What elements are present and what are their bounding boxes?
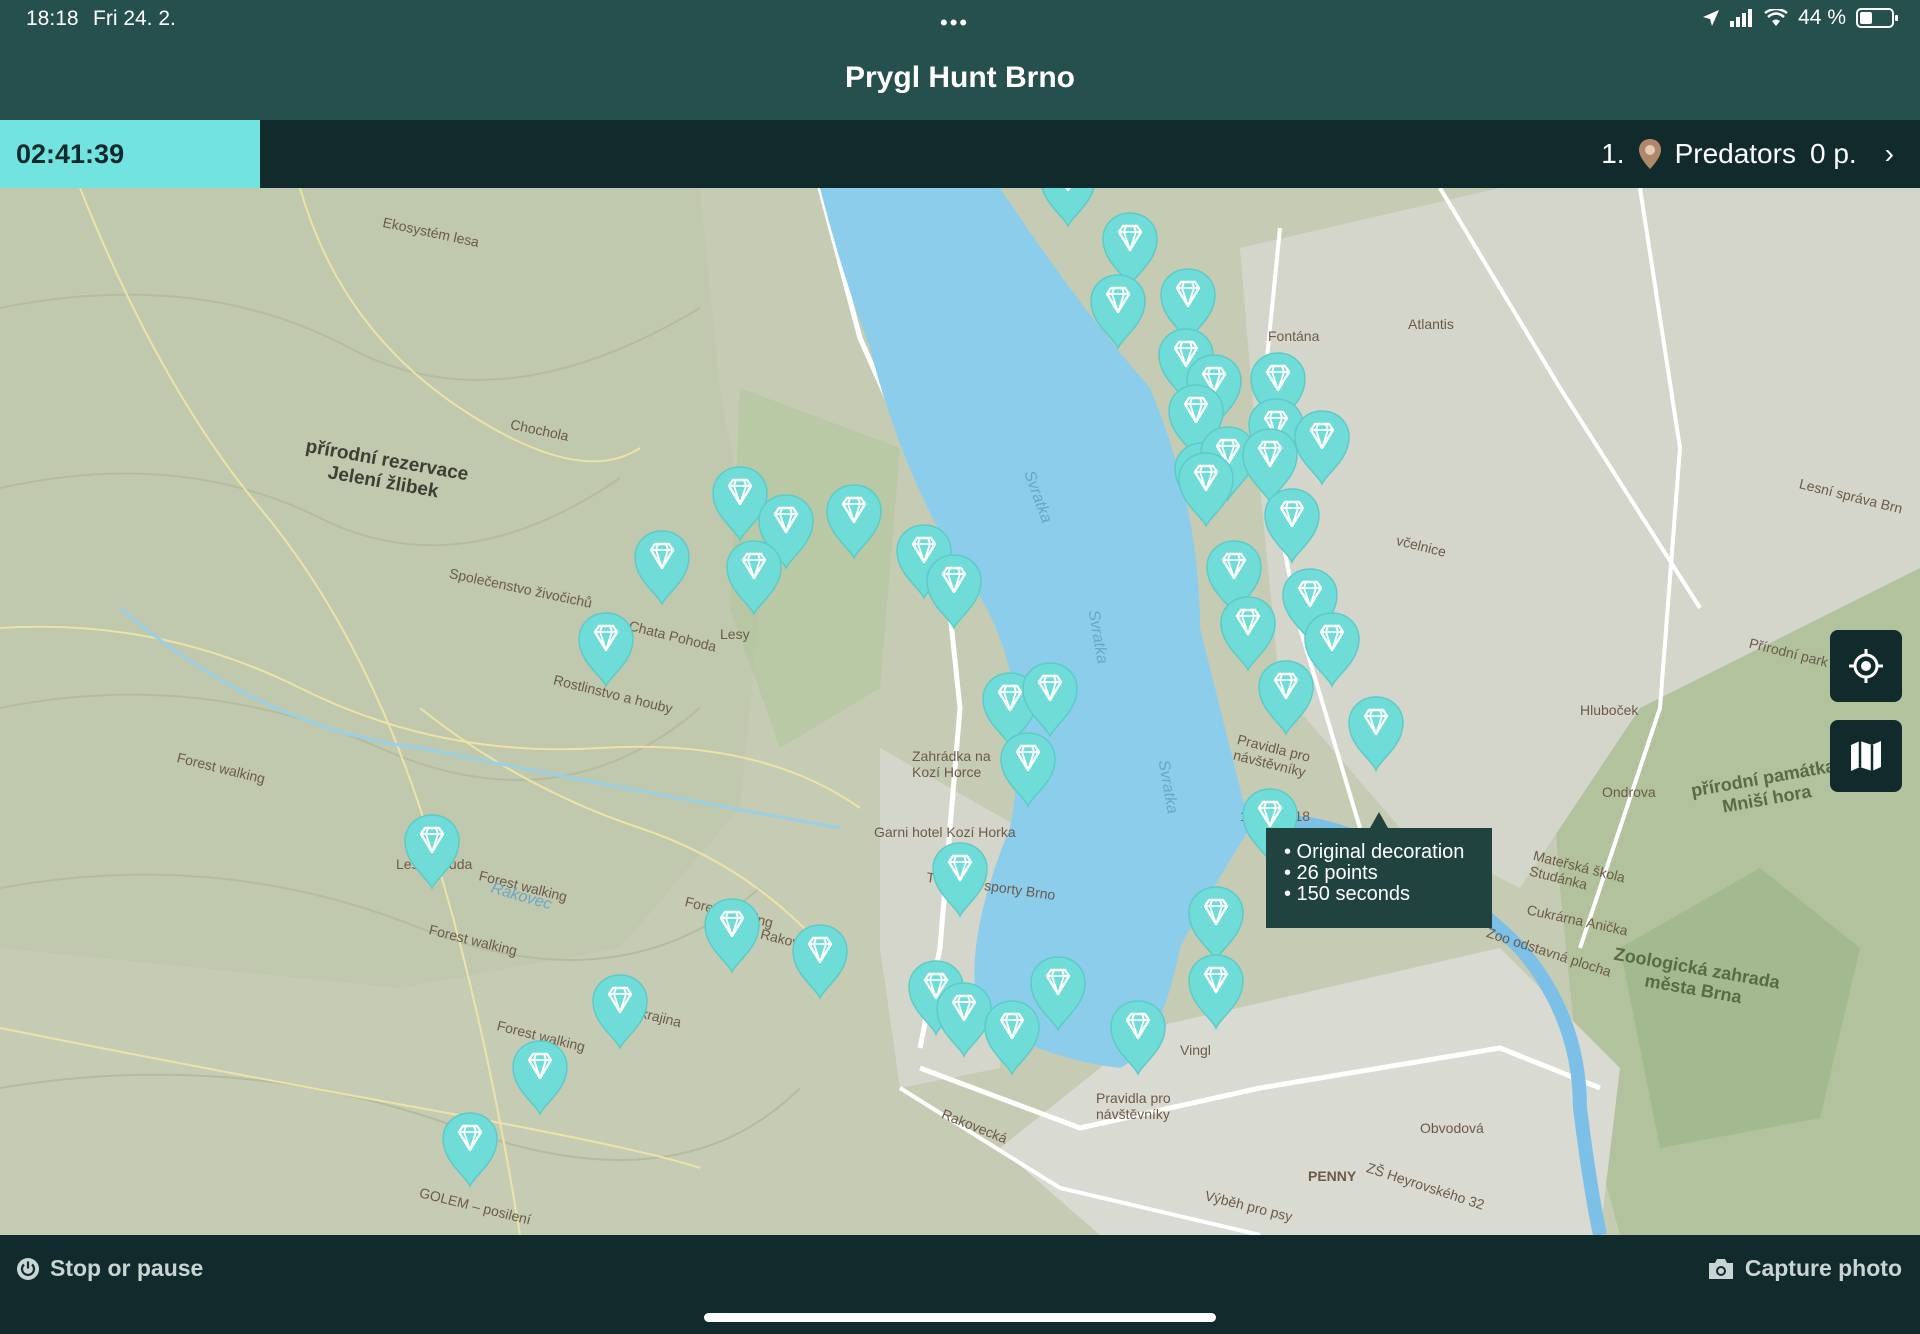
diamond-pin-icon xyxy=(634,530,690,606)
diamond-pin-icon xyxy=(932,842,988,918)
map-icon xyxy=(1851,741,1881,771)
diamond-pin-icon xyxy=(1178,452,1234,528)
diamond-pin-icon xyxy=(442,1112,498,1188)
treasure-marker[interactable] xyxy=(440,1110,500,1188)
capture-photo-label: Capture photo xyxy=(1744,1255,1902,1281)
marker-tooltip: • Original decoration • 26 points • 150 … xyxy=(1266,812,1492,928)
diamond-pin-icon xyxy=(1000,732,1056,808)
treasure-marker[interactable] xyxy=(930,840,990,918)
diamond-pin-icon xyxy=(1188,954,1244,1030)
treasure-marker[interactable] xyxy=(1292,408,1352,486)
diamond-pin-icon xyxy=(1188,886,1244,962)
diamond-pin-icon xyxy=(592,974,648,1050)
location-arrow-icon xyxy=(1703,10,1720,26)
battery-percent: 44 % xyxy=(1798,6,1846,29)
treasure-marker[interactable] xyxy=(510,1038,570,1116)
treasure-marker[interactable] xyxy=(790,922,850,1000)
treasure-marker[interactable] xyxy=(402,812,462,890)
camera-icon xyxy=(1708,1258,1733,1279)
map-label-garni-hotel: Garni hotel Kozí Horka xyxy=(874,824,1016,840)
tooltip-line-points: • 26 points xyxy=(1284,862,1378,884)
diamond-pin-icon xyxy=(726,540,782,616)
signal-icon xyxy=(1730,9,1753,27)
map-label-vingl: Vingl xyxy=(1180,1042,1211,1058)
stop-pause-button[interactable]: Stop or pause xyxy=(16,1255,203,1282)
team-ranking-button[interactable]: 1. Predators 0 p. › xyxy=(1601,120,1894,188)
treasure-marker[interactable] xyxy=(632,528,692,606)
crosshair-icon xyxy=(1849,649,1883,683)
diamond-pin-icon xyxy=(1022,662,1078,738)
diamond-pin-icon xyxy=(404,814,460,890)
treasure-marker[interactable] xyxy=(998,730,1058,808)
diamond-pin-icon xyxy=(926,554,982,630)
power-icon xyxy=(17,1257,39,1280)
game-hud: 02:41:39 1. Predators 0 p. › xyxy=(0,120,1920,188)
treasure-marker[interactable] xyxy=(924,552,984,630)
treasure-marker[interactable] xyxy=(1186,884,1246,962)
treasure-marker[interactable] xyxy=(1176,450,1236,528)
treasure-marker[interactable] xyxy=(1256,658,1316,736)
team-rank: 1. xyxy=(1601,138,1625,169)
status-bar: 18:18 Fri 24. 2. ••• 44 % xyxy=(0,0,1920,40)
status-date: Fri 24. 2. xyxy=(93,7,176,30)
stop-pause-label: Stop or pause xyxy=(50,1255,204,1281)
map-label-penny: PENNY xyxy=(1308,1168,1357,1184)
treasure-marker[interactable] xyxy=(1028,954,1088,1032)
diamond-pin-icon xyxy=(1030,956,1086,1032)
diamond-pin-icon xyxy=(1348,696,1404,772)
diamond-pin-icon xyxy=(704,898,760,974)
diamond-pin-icon xyxy=(578,612,634,688)
map-label-atlantis: Atlantis xyxy=(1408,316,1454,332)
diamond-pin-icon xyxy=(1294,410,1350,486)
treasure-marker[interactable] xyxy=(590,972,650,1050)
treasure-marker[interactable] xyxy=(1262,486,1322,564)
treasure-marker[interactable] xyxy=(1038,188,1098,228)
chevron-right-icon: › xyxy=(1884,138,1894,169)
treasure-marker[interactable] xyxy=(576,610,636,688)
map-label-hlubocek: Hluboček xyxy=(1580,702,1639,718)
team-pin-icon xyxy=(1638,139,1661,169)
countdown-timer: 02:41:39 xyxy=(0,120,260,188)
treasure-marker[interactable] xyxy=(1108,998,1168,1076)
treasure-marker[interactable] xyxy=(1088,272,1148,350)
diamond-pin-icon xyxy=(792,924,848,1000)
diamond-pin-icon xyxy=(826,484,882,560)
capture-photo-button[interactable]: Capture photo xyxy=(1707,1255,1902,1282)
treasure-marker[interactable] xyxy=(1020,660,1080,738)
home-indicator[interactable] xyxy=(704,1313,1216,1322)
map-label-obvodova: Obvodová xyxy=(1420,1120,1484,1136)
page-title: Prygl Hunt Brno xyxy=(0,40,1920,120)
tooltip-line-time: • 150 seconds xyxy=(1284,883,1410,905)
map-label-fontana: Fontána xyxy=(1268,328,1320,344)
multitask-dots-icon[interactable]: ••• xyxy=(940,10,969,36)
treasure-marker[interactable] xyxy=(702,896,762,974)
map-label-lesy: Lesy xyxy=(720,626,750,642)
battery-icon xyxy=(1856,8,1898,28)
map-layers-button[interactable] xyxy=(1830,720,1902,792)
map-label-pravidla-2: Pravidla pro návštěvníky xyxy=(1096,1090,1171,1122)
diamond-pin-icon xyxy=(512,1040,568,1116)
map-label-ondrova: Ondrova xyxy=(1602,784,1656,800)
locate-me-button[interactable] xyxy=(1830,630,1902,702)
treasure-marker[interactable] xyxy=(824,482,884,560)
team-name: Predators xyxy=(1674,138,1796,169)
diamond-pin-icon xyxy=(1258,660,1314,736)
diamond-pin-icon xyxy=(1041,188,1095,228)
diamond-pin-icon xyxy=(1110,1000,1166,1076)
diamond-pin-icon xyxy=(1090,274,1146,350)
tooltip-line-type: • Original decoration xyxy=(1284,841,1465,863)
status-indicators: 44 % xyxy=(1702,6,1898,30)
map-view[interactable]: přírodní rezervace Jelení žlibek přírodn… xyxy=(0,188,1920,1235)
diamond-pin-icon xyxy=(1264,488,1320,564)
treasure-marker[interactable] xyxy=(724,538,784,616)
wifi-icon xyxy=(1764,9,1788,26)
team-points: 0 p. xyxy=(1809,138,1857,169)
treasure-marker[interactable] xyxy=(1346,694,1406,772)
treasure-marker[interactable] xyxy=(1186,952,1246,1030)
status-time: 18:18 xyxy=(26,7,79,30)
